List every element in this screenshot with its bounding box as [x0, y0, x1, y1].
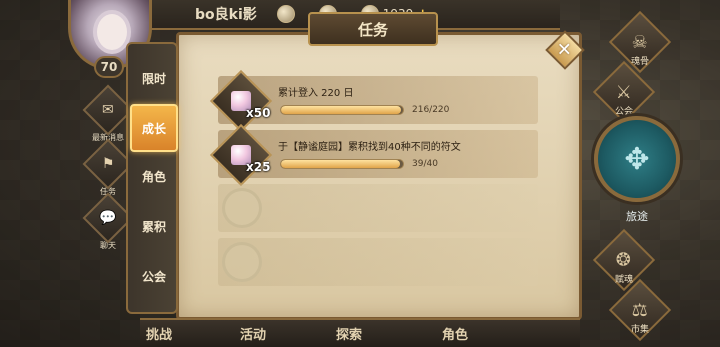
quest-description: 累计登入 220 日 — [278, 88, 354, 99]
level-badge: 70 — [94, 56, 124, 78]
soul-imbue-button[interactable]: ❂ 赋魂 — [592, 228, 656, 292]
nav-challenge[interactable]: 挑战 — [146, 324, 172, 343]
progress-text: 39/40 — [412, 159, 438, 169]
quest-row[interactable]: x50 累计登入 220 日 216/220 — [209, 69, 538, 133]
journey-emblem-icon: ✥ — [594, 116, 680, 202]
progress-bar — [280, 105, 404, 115]
guild-button[interactable]: ⚔ 公会 — [592, 60, 656, 124]
empty-slot-icon — [222, 242, 262, 282]
currency-1 — [276, 5, 299, 23]
progress-fill — [281, 160, 400, 168]
quest-description: 于【静谧庭园】累积找到40种不同的符文 — [278, 142, 461, 153]
journey-label: 旅途 — [626, 210, 648, 223]
bottom-nav: 挑战 活动 探索 角色 — [140, 318, 580, 347]
tab-growth[interactable]: 成长 — [130, 104, 178, 152]
progress-fill — [281, 106, 401, 114]
quest-row[interactable]: x25 于【静谧庭园】累积找到40种不同的符文 39/40 — [209, 123, 538, 187]
journey-button[interactable]: ✥ 旅途 — [594, 116, 684, 223]
progress-bar — [280, 159, 404, 169]
player-name: bo良ki影 — [195, 7, 257, 23]
nav-events[interactable]: 活动 — [240, 324, 266, 343]
reward-quantity: x25 — [246, 160, 271, 174]
avatar-portrait — [97, 14, 127, 50]
reward-frame — [209, 123, 273, 187]
quest-button[interactable]: ⚑ 任务 — [82, 138, 134, 198]
market-label: 市集 — [630, 325, 649, 335]
reward-frame — [209, 69, 273, 133]
panel-title: 任务 — [308, 12, 438, 46]
reward-slot: x25 — [209, 123, 273, 187]
progress-text: 216/220 — [412, 105, 450, 115]
news-button[interactable]: ✉ 最新消息 — [82, 84, 134, 144]
tab-accumulate[interactable]: 累积 — [132, 204, 176, 248]
tab-character[interactable]: 角色 — [132, 154, 176, 198]
reward-slot: x50 — [209, 69, 273, 133]
empty-slot-icon — [222, 188, 262, 228]
empty-quest-slot — [218, 184, 538, 232]
close-icon: ✕ — [557, 39, 573, 61]
chat-button[interactable]: 💬 聊天 — [82, 192, 134, 252]
tab-guild[interactable]: 公会 — [132, 254, 176, 298]
soul-bone-button[interactable]: ☠ 魂骨 — [608, 10, 672, 74]
nav-character[interactable]: 角色 — [442, 324, 468, 343]
nav-explore[interactable]: 探索 — [336, 324, 362, 343]
coin-icon — [276, 5, 295, 23]
empty-quest-slot — [218, 238, 538, 286]
tab-limited[interactable]: 限时 — [132, 56, 176, 100]
category-tabs: 限时 成长 角色 累积 公会 — [126, 42, 178, 314]
reward-quantity: x50 — [246, 106, 271, 120]
market-button[interactable]: ⚖ 市集 — [608, 278, 672, 342]
